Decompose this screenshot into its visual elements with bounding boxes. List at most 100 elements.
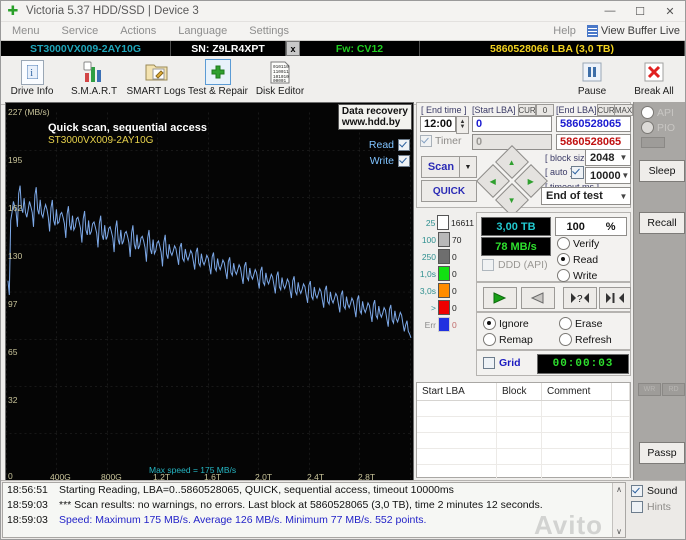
ddd-api-toggle[interactable]: DDD (API) — [482, 259, 548, 271]
end-lba-max-button[interactable]: MAX — [614, 104, 633, 116]
start-lba-zero-button[interactable]: 0 — [536, 104, 554, 116]
step-query-button[interactable]: ? — [563, 287, 597, 309]
toolbar-pause[interactable]: Pause — [561, 57, 623, 102]
scan-button[interactable]: Scan — [421, 156, 461, 178]
radio-circle[interactable] — [557, 269, 570, 282]
action-refresh-radio[interactable]: Refresh — [559, 333, 612, 346]
start-lba-cur-button[interactable]: CUR — [518, 104, 536, 116]
auto-checkbox[interactable] — [571, 166, 584, 179]
timeout-select[interactable]: 10000 ▼ — [585, 167, 631, 184]
log-text: Speed: Maximum 175 MB/s. Average 126 MB/… — [59, 514, 427, 526]
recall-button[interactable]: Recall — [639, 212, 685, 234]
action-ignore-radio[interactable]: Ignore — [483, 317, 529, 330]
mode-read-radio[interactable]: Read — [557, 253, 598, 266]
toolbar-drive-info[interactable]: i Drive Info — [1, 57, 63, 102]
radio-circle[interactable] — [483, 317, 496, 330]
wr-button[interactable]: WR — [638, 383, 661, 396]
sound-toggle[interactable]: Sound — [631, 483, 685, 499]
action-erase-radio[interactable]: Erase — [559, 317, 602, 330]
defects-table[interactable]: Start LBA Block Comment — [416, 382, 631, 481]
navigation-dpad[interactable]: ▲ ◀ ▶ ▼ — [476, 145, 548, 217]
maximize-button[interactable]: ☐ — [625, 1, 655, 21]
radio-circle[interactable] — [557, 253, 570, 266]
timer-checkbox[interactable] — [420, 135, 432, 147]
table-row[interactable] — [417, 401, 630, 417]
end-of-test-select[interactable]: End of test ▼ — [541, 187, 631, 205]
back-button[interactable] — [521, 287, 555, 309]
start-lba-input[interactable]: 0 — [472, 116, 552, 132]
graph-read-label: Read — [368, 139, 394, 151]
menu-item-actions[interactable]: Actions — [109, 22, 167, 40]
radio-circle[interactable] — [559, 317, 572, 330]
hints-checkbox[interactable] — [631, 501, 643, 513]
graph-write-toggle[interactable]: Write — [370, 155, 410, 167]
radio-circle[interactable] — [559, 333, 572, 346]
scan-graph[interactable]: 227 (MB/s) 195 162 130 97 65 32 0 400G 8… — [5, 102, 414, 485]
menu-item-service[interactable]: Service — [51, 22, 110, 40]
scroll-up-icon[interactable]: ∧ — [613, 483, 625, 495]
table-row[interactable] — [417, 417, 630, 433]
hints-toggle[interactable]: Hints — [631, 499, 685, 515]
scan-dropdown-button[interactable]: ▼ — [459, 156, 477, 178]
toolbar-disk-editor[interactable]: 010110 110011 101010 00001 Disk Editor — [249, 57, 311, 102]
scroll-down-icon[interactable]: ∨ — [613, 525, 625, 537]
small-indicator-button[interactable] — [641, 137, 665, 148]
sound-checkbox[interactable] — [631, 485, 643, 497]
graph-read-toggle[interactable]: Read — [369, 139, 410, 151]
watermark: Data recovery www.hdd.by — [337, 104, 412, 130]
radio-circle[interactable] — [483, 333, 496, 346]
block-size-select[interactable]: 2048 ▼ — [585, 149, 631, 166]
start-button[interactable] — [483, 287, 517, 309]
device-firmware: Fw: CV12 — [300, 41, 420, 56]
radio-circle[interactable] — [557, 237, 570, 250]
menu-item-help[interactable]: Help — [542, 22, 587, 40]
mode-write-label: Write — [573, 269, 598, 282]
block-time-legend: 25 16611 100 70 250 0 1,0s 0 3,0s 0 > 0 … — [416, 214, 474, 333]
quick-button[interactable]: QUICK — [421, 180, 477, 202]
break-all-x-icon — [641, 59, 667, 85]
table-row[interactable] — [417, 449, 630, 465]
sound-label: Sound — [647, 485, 678, 497]
graph-write-checkbox[interactable] — [398, 155, 410, 167]
end-lba-cur-button[interactable]: CUR — [597, 104, 615, 116]
end-lba-input[interactable]: 5860528065 — [556, 116, 631, 132]
mode-verify-radio[interactable]: Verify — [557, 237, 599, 250]
action-remap-radio[interactable]: Remap — [483, 333, 533, 346]
end-button[interactable] — [599, 287, 631, 309]
end-time-label: [ End time ] — [421, 105, 467, 115]
grid-checkbox[interactable] — [483, 357, 495, 369]
device-info-bar: ST3000VX009-2AY10G SN: Z9LR4XPT x Fw: CV… — [1, 41, 685, 56]
minimize-button[interactable]: — — [595, 1, 625, 21]
close-button[interactable]: ✕ — [655, 1, 685, 21]
rd-button[interactable]: RD — [662, 383, 685, 396]
device-close-icon[interactable]: x — [286, 41, 300, 56]
menu-item-settings[interactable]: Settings — [238, 22, 300, 40]
end-lba-input-2[interactable]: 5860528065 — [556, 134, 631, 150]
legend-name: > — [431, 302, 436, 313]
y-axis-label-32: 32 — [8, 395, 18, 405]
end-time-input[interactable]: 12:00 — [420, 116, 456, 132]
toolbar-smart-logs[interactable]: SMART Logs — [125, 57, 187, 102]
ddd-api-checkbox[interactable] — [482, 259, 494, 271]
log-list[interactable]: 18:56:51 Starting Reading, LBA=0..586052… — [2, 482, 626, 538]
table-row[interactable] — [417, 433, 630, 449]
sleep-button[interactable]: Sleep — [639, 160, 685, 182]
toolbar-break-all[interactable]: Break All — [623, 57, 685, 102]
toolbar-test-repair[interactable]: Test & Repair — [187, 57, 249, 102]
timer-toggle[interactable]: Timer — [420, 135, 461, 147]
table-row[interactable] — [417, 465, 630, 481]
passp-button[interactable]: Passp — [639, 442, 685, 464]
pio-radio[interactable]: PIO — [641, 121, 675, 134]
radio-circle[interactable] — [641, 121, 654, 134]
log-scrollbar[interactable]: ∧ ∨ — [612, 483, 625, 537]
mode-write-radio[interactable]: Write — [557, 269, 597, 282]
toolbar-smart[interactable]: S.M.A.R.T — [63, 57, 125, 102]
menu-item-menu[interactable]: Menu — [1, 22, 51, 40]
grid-toggle[interactable]: Grid — [483, 357, 521, 369]
end-time-spinner[interactable]: ▲ ▼ — [456, 116, 469, 134]
graph-read-checkbox[interactable] — [398, 139, 410, 151]
view-buffer-live-button[interactable]: View Buffer Live — [586, 25, 685, 37]
menu-item-language[interactable]: Language — [167, 22, 238, 40]
radio-circle[interactable] — [641, 106, 654, 119]
api-radio[interactable]: API — [641, 106, 674, 119]
